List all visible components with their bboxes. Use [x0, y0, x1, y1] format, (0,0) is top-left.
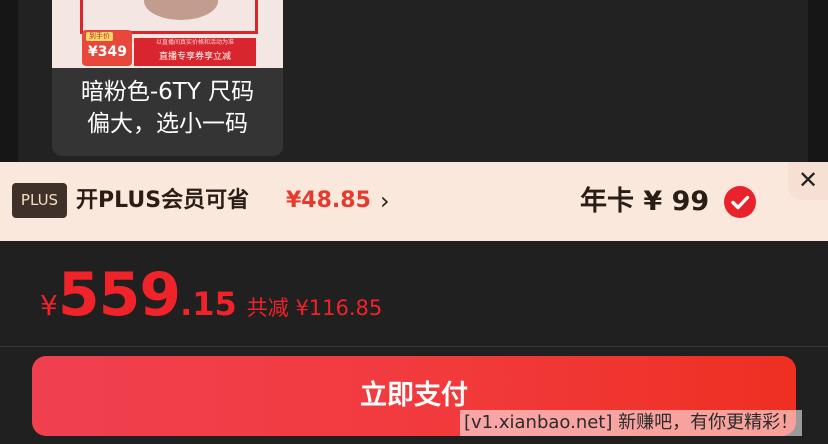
- product-thumbnail: 到手价 ¥349 以直播间真实价格和活动为准 直播专享券享立减: [52, 0, 283, 68]
- product-option-card[interactable]: 到手价 ¥349 以直播间真实价格和活动为准 直播专享券享立减 暗粉色-6TY …: [52, 0, 283, 156]
- variant-name: 暗粉色-6TY 尺码 偏大，选小一码: [52, 76, 283, 140]
- price-tag-value: ¥349: [88, 44, 127, 60]
- total-discount: 共减 ¥116.85: [246, 296, 383, 320]
- price-integer: 559: [57, 260, 181, 330]
- price-decimal: .15: [180, 285, 237, 323]
- variant-name-line2: 偏大，选小一码: [87, 111, 248, 137]
- variant-name-line1: 暗粉色-6TY 尺码: [80, 79, 255, 105]
- total-price: ¥559.15 共减 ¥116.85: [40, 260, 382, 330]
- chevron-right-icon[interactable]: ›: [380, 187, 390, 215]
- check-circle-icon[interactable]: [724, 186, 756, 218]
- thumbnail-frame: [80, 0, 258, 34]
- plus-offer-text[interactable]: 开PLUS会员可省: [76, 185, 249, 217]
- promo-banner-small-text: 以直播间真实价格和活动为准: [155, 39, 234, 46]
- watermark-text: [v1.xianbao.net] 新赚吧，有你更精彩！: [460, 410, 803, 436]
- currency-symbol: ¥: [40, 289, 58, 322]
- divider: [0, 346, 828, 347]
- thumbnail-price-tag: 到手价 ¥349: [82, 30, 132, 66]
- annual-card-price[interactable]: 年卡 ¥ 99: [580, 184, 709, 220]
- thumbnail-promo-banner: 以直播间真实价格和活动为准 直播专享券享立减: [134, 38, 256, 66]
- price-tag-label: 到手价: [86, 32, 113, 41]
- promo-banner-text: 直播专享券享立减: [158, 52, 231, 62]
- plus-badge: PLUS: [12, 183, 67, 218]
- close-icon[interactable]: ✕: [788, 162, 828, 200]
- plus-saving-amount: ¥48.85: [286, 188, 371, 213]
